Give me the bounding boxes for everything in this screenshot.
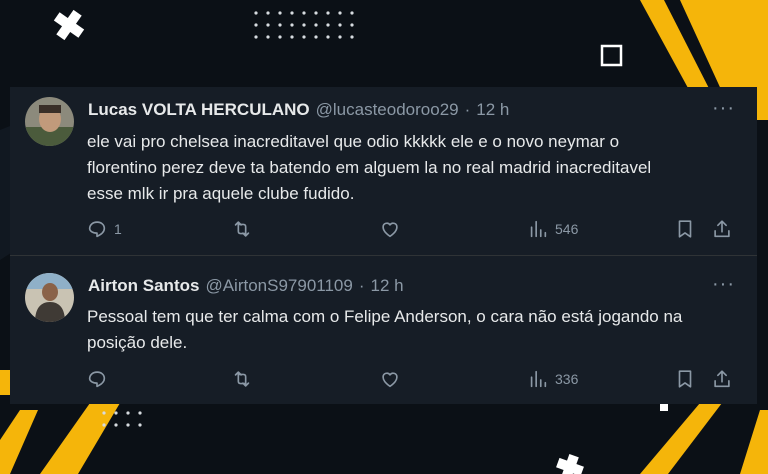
- views-count: 336: [555, 371, 579, 387]
- tweet-text: ele vai pro chelsea inacreditavel que od…: [87, 129, 749, 207]
- share-button[interactable]: [711, 218, 733, 240]
- more-options-button[interactable]: ···: [712, 273, 735, 296]
- tweet-actions: 1 546: [10, 218, 757, 242]
- tweet-text-line: florentino perez deve ta batendo em algu…: [87, 158, 652, 177]
- views-count: 546: [555, 221, 579, 237]
- share-icon: [714, 370, 730, 388]
- retweet-button[interactable]: [231, 218, 259, 240]
- like-icon: [382, 222, 398, 238]
- tweet-card[interactable]: Lucas VOLTA HERCULANO @lucasteodoroo29 ·…: [10, 87, 757, 255]
- bookmark-icon: [678, 370, 692, 388]
- user-handle[interactable]: @lucasteodoroo29: [316, 100, 459, 120]
- avatar[interactable]: [25, 97, 74, 146]
- views-button[interactable]: 546: [527, 218, 578, 240]
- tweet-header: Airton Santos @AirtonS97901109 · 12 h: [88, 276, 404, 296]
- reply-icon: [88, 371, 106, 388]
- like-button[interactable]: [379, 368, 407, 390]
- retweet-icon: [234, 221, 250, 237]
- tweet-text-line: Pessoal tem que ter calma com o Felipe A…: [87, 307, 683, 326]
- tweet-text-line: ele vai pro chelsea inacreditavel que od…: [87, 132, 620, 151]
- bookmark-button[interactable]: [674, 218, 696, 240]
- user-handle[interactable]: @AirtonS97901109: [205, 276, 352, 296]
- timestamp[interactable]: 12 h: [476, 100, 509, 120]
- reply-button[interactable]: [86, 368, 114, 390]
- share-icon: [714, 220, 730, 238]
- avatar[interactable]: [25, 273, 74, 322]
- views-icon: [530, 370, 547, 388]
- tweet-actions: 336: [10, 368, 757, 392]
- reply-icon: [88, 221, 106, 238]
- bookmark-button[interactable]: [674, 368, 696, 390]
- display-name[interactable]: Lucas VOLTA HERCULANO: [88, 100, 310, 120]
- tweet-text-line: esse mlk ir pra aquele clube fudido.: [87, 184, 355, 203]
- share-button[interactable]: [711, 368, 733, 390]
- tweet-card[interactable]: Airton Santos @AirtonS97901109 · 12 h ··…: [10, 255, 757, 404]
- reply-button[interactable]: 1: [86, 218, 122, 240]
- tweet-text: Pessoal tem que ter calma com o Felipe A…: [87, 304, 749, 356]
- tweet-text-line: posição dele.: [87, 333, 188, 352]
- more-options-button[interactable]: ···: [712, 97, 735, 120]
- tweet-header: Lucas VOLTA HERCULANO @lucasteodoroo29 ·…: [88, 100, 509, 120]
- like-button[interactable]: [379, 218, 407, 240]
- views-icon: [530, 220, 547, 238]
- bookmark-icon: [678, 220, 692, 238]
- timestamp[interactable]: 12 h: [371, 276, 404, 296]
- separator-dot: ·: [358, 276, 365, 295]
- like-icon: [382, 372, 398, 388]
- retweet-button[interactable]: [231, 368, 259, 390]
- retweet-icon: [234, 371, 250, 387]
- separator-dot: ·: [464, 100, 471, 119]
- reply-count: 1: [114, 221, 122, 237]
- views-button[interactable]: 336: [527, 368, 578, 390]
- dot-grid-top: [254, 11, 354, 39]
- display-name[interactable]: Airton Santos: [88, 276, 199, 296]
